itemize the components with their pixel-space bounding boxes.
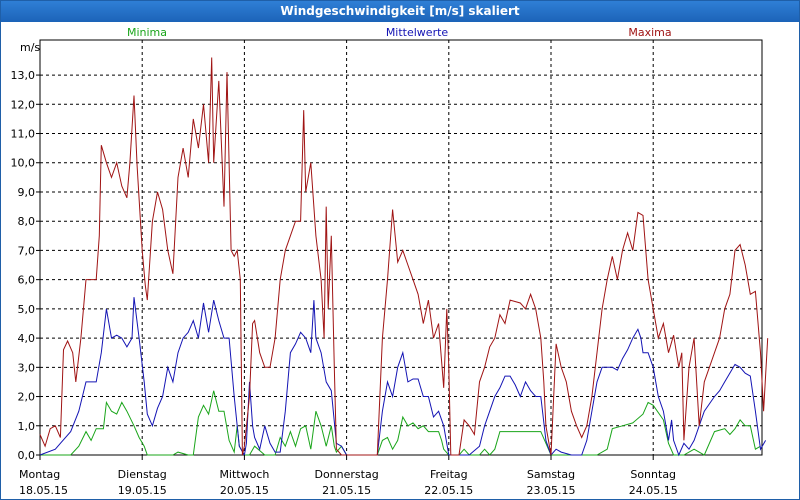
x-day-date: 18.05.15 (19, 484, 68, 497)
line-chart: 0,0 1,0 2,0 3,0 4,0 5,0 6,0 7,0 8,0 9,0 10,0 11,0 12… (11, 26, 769, 497)
day-gridlines (141, 40, 654, 455)
y-axis-ticks: 0,0 1,0 2,0 3,0 4,0 5,0 6,0 7,0 8,0 9,0 10,0 11,0 12… (11, 69, 40, 462)
legend-maxima: Maxima (628, 26, 671, 39)
value-gridlines (40, 74, 762, 427)
x-day-date: 21.05.15 (322, 484, 371, 497)
y-tick-label: 13,0 (11, 69, 36, 82)
x-day-date: 19.05.15 (118, 484, 167, 497)
y-tick-label: 11,0 (11, 128, 36, 141)
y-tick-label: 1,0 (18, 420, 36, 433)
y-tick-label: 6,0 (18, 274, 36, 287)
x-day-weekday: Samstag (527, 468, 575, 481)
x-day-weekday: Montag (19, 468, 60, 481)
y-tick-label: 3,0 (18, 361, 36, 374)
y-tick-label: 8,0 (18, 215, 36, 228)
x-day-weekday: Dienstag (118, 468, 167, 481)
legend-minima: Minima (127, 26, 167, 39)
y-tick-label: 4,0 (18, 332, 36, 345)
x-day-date: 23.05.15 (527, 484, 576, 497)
y-tick-label: 9,0 (18, 186, 36, 199)
y-tick-label: 0,0 (18, 449, 36, 462)
y-tick-label: 2,0 (18, 391, 36, 404)
x-day-date: 24.05.15 (629, 484, 678, 497)
y-tick-label: 12,0 (11, 98, 36, 111)
x-day-date: 22.05.15 (424, 484, 473, 497)
series-line-minima (40, 390, 761, 456)
legend: Minima Mittelwerte Maxima (127, 26, 672, 39)
series-lines (39, 57, 769, 457)
x-day-weekday: Mittwoch (219, 468, 269, 481)
x-day-weekday: Freitag (430, 468, 468, 481)
legend-mittelwerte: Mittelwerte (386, 26, 449, 39)
x-day-weekday: Donnerstag (314, 468, 378, 481)
y-tick-label: 10,0 (11, 157, 36, 170)
y-tick-label: 5,0 (18, 303, 36, 316)
y-tick-label: 7,0 (18, 244, 36, 257)
x-day-date: 20.05.15 (220, 484, 269, 497)
y-axis-unit: m/s (20, 41, 40, 54)
series-line-mittelwerte (39, 297, 767, 457)
x-day-weekday: Sonntag (630, 468, 676, 481)
x-axis-day-labels: Montag 18.05.15 Dienstag 19.05.15 Mittwoch 20… (19, 455, 678, 497)
